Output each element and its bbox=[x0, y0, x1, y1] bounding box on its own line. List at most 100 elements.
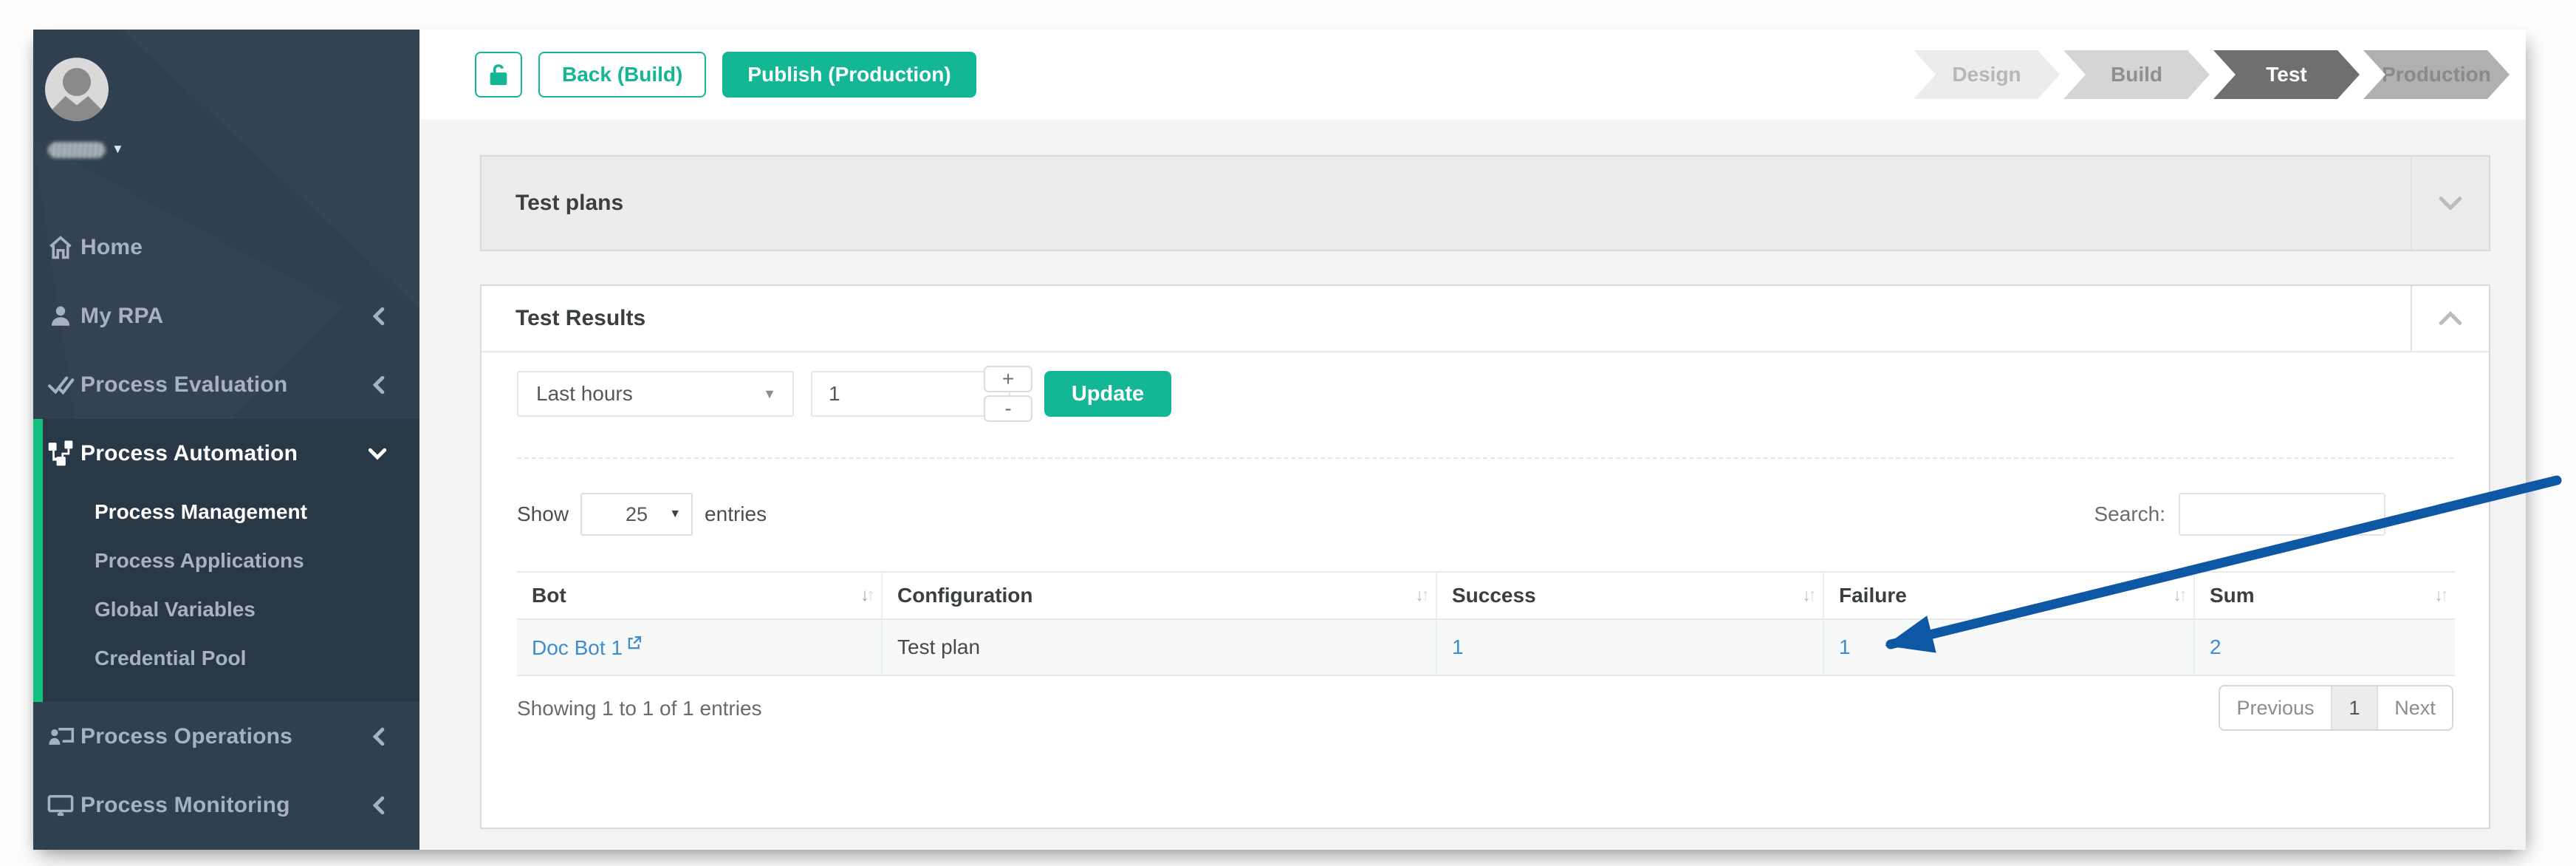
time-range-select[interactable]: Last hours ▼ bbox=[517, 371, 794, 417]
sum-count[interactable]: 2 bbox=[2210, 635, 2222, 659]
pipeline-step-test-current[interactable]: Test bbox=[2213, 50, 2360, 99]
user-profile: ▼ bbox=[33, 30, 419, 211]
search-input[interactable] bbox=[2179, 493, 2385, 536]
cell-configuration: Test plan bbox=[883, 620, 1437, 676]
avatar[interactable] bbox=[45, 58, 109, 121]
column-label: Success bbox=[1452, 584, 1536, 607]
chevron-left-icon bbox=[371, 796, 387, 815]
sidebar-subitem-process-applications[interactable]: Process Applications bbox=[43, 536, 419, 585]
lifecycle-pipeline: Design Build Test Production bbox=[1914, 50, 2510, 99]
bot-link[interactable]: Doc Bot 1 bbox=[532, 635, 642, 660]
sitemap-icon bbox=[47, 440, 75, 468]
publish-production-button[interactable]: Publish (Production) bbox=[722, 52, 976, 98]
unlock-button[interactable] bbox=[475, 52, 522, 98]
column-label: Bot bbox=[532, 584, 566, 607]
main-area: Back (Build) Publish (Production) Design… bbox=[419, 30, 2526, 850]
chevron-left-icon bbox=[371, 375, 387, 395]
increment-button[interactable]: + bbox=[984, 366, 1032, 392]
sidebar-item-process-operations[interactable]: Process Operations bbox=[33, 702, 419, 771]
pipeline-step-label: Production bbox=[2382, 63, 2491, 86]
sidebar-subitem-label: Global Variables bbox=[95, 598, 256, 621]
search-label: Search: bbox=[2094, 502, 2166, 526]
app-window: ▼ Home My RPA bbox=[33, 30, 2526, 850]
sidebar-item-process-automation[interactable]: Process Automation bbox=[43, 419, 419, 488]
table-header-row: Bot ↓↑ Configuration ↓↑ Success ↓↑ bbox=[517, 573, 2455, 620]
user-icon bbox=[47, 302, 75, 330]
back-build-label: Back (Build) bbox=[562, 63, 682, 86]
pipeline-step-label: Design bbox=[1952, 63, 2021, 86]
column-header-bot[interactable]: Bot ↓↑ bbox=[517, 573, 883, 620]
failure-count[interactable]: 1 bbox=[1839, 635, 1851, 659]
test-results-header: Test Results bbox=[482, 286, 2489, 352]
pipeline-step-production[interactable]: Production bbox=[2363, 50, 2510, 99]
pipeline-step-design[interactable]: Design bbox=[1914, 50, 2060, 99]
username-redacted[interactable] bbox=[48, 142, 106, 158]
stage-actions: Back (Build) Publish (Production) bbox=[475, 52, 976, 98]
chevron-left-icon bbox=[371, 727, 387, 746]
update-button[interactable]: Update bbox=[1044, 371, 1171, 417]
sidebar-item-label: Home bbox=[80, 235, 143, 260]
test-plans-collapse-toggle[interactable] bbox=[2411, 157, 2489, 250]
sidebar-item-process-evaluation[interactable]: Process Evaluation bbox=[33, 350, 419, 419]
sidebar-item-process-monitoring[interactable]: Process Monitoring bbox=[33, 771, 419, 839]
column-header-failure[interactable]: Failure ↓↑ bbox=[1824, 573, 2195, 620]
sidebar-nav: Home My RPA Process Evaluation bbox=[33, 213, 419, 839]
sidebar-item-label: My RPA bbox=[80, 304, 163, 329]
table-info: Showing 1 to 1 of 1 entries bbox=[517, 697, 762, 720]
results-table: Bot ↓↑ Configuration ↓↑ Success ↓↑ bbox=[517, 571, 2455, 676]
sidebar-subitem-global-variables[interactable]: Global Variables bbox=[43, 585, 419, 634]
content-area: Test plans Test Results Las bbox=[419, 120, 2526, 850]
sort-icon: ↓↑ bbox=[1802, 585, 1814, 606]
double-check-icon bbox=[47, 371, 75, 399]
cell-failure: 1 bbox=[1824, 620, 2195, 676]
cell-bot: Doc Bot 1 bbox=[517, 620, 883, 676]
user-menu-caret-icon[interactable]: ▼ bbox=[112, 142, 124, 157]
monitor-icon bbox=[47, 791, 75, 819]
column-header-success[interactable]: Success ↓↑ bbox=[1437, 573, 1824, 620]
bot-name: Doc Bot 1 bbox=[532, 636, 623, 659]
hours-stepper: + - bbox=[984, 366, 1032, 422]
sidebar-item-label: Process Automation bbox=[80, 441, 298, 466]
pipeline-step-build[interactable]: Build bbox=[2063, 50, 2210, 99]
column-header-configuration[interactable]: Configuration ↓↑ bbox=[883, 573, 1437, 620]
page: ▼ Home My RPA bbox=[0, 0, 2576, 866]
test-plans-panel: Test plans bbox=[480, 155, 2490, 251]
test-results-panel: Test Results Last hours ▼ + - bbox=[480, 284, 2490, 829]
sidebar-item-home[interactable]: Home bbox=[33, 213, 419, 282]
publish-production-label: Publish (Production) bbox=[747, 63, 950, 86]
caret-down-icon: ▼ bbox=[763, 386, 776, 402]
sort-icon: ↓↑ bbox=[2173, 585, 2185, 606]
test-plans-title: Test plans bbox=[515, 157, 623, 250]
pipeline-step-label: Test bbox=[2266, 63, 2307, 86]
table-row: Doc Bot 1 Test plan 1 1 bbox=[517, 620, 2455, 676]
chevron-down-icon bbox=[2438, 195, 2463, 211]
page-length-value: 25 bbox=[626, 503, 648, 526]
unlock-icon bbox=[487, 62, 510, 87]
time-range-value: Last hours bbox=[536, 382, 633, 406]
table-search: Search: bbox=[2094, 491, 2386, 537]
back-build-button[interactable]: Back (Build) bbox=[538, 52, 706, 98]
sort-icon: ↓↑ bbox=[1415, 585, 1427, 606]
sidebar-item-my-rpa[interactable]: My RPA bbox=[33, 282, 419, 350]
success-count[interactable]: 1 bbox=[1452, 635, 1464, 659]
sidebar-subitem-label: Credential Pool bbox=[95, 647, 246, 670]
sidebar-item-label: Process Operations bbox=[80, 724, 292, 749]
sidebar-item-label: Process Evaluation bbox=[80, 372, 287, 398]
next-page-button[interactable]: Next bbox=[2378, 686, 2452, 729]
column-label: Failure bbox=[1839, 584, 1907, 607]
page-length-select[interactable]: 25 ▼ bbox=[580, 493, 693, 536]
chevron-up-icon bbox=[2438, 310, 2463, 327]
hours-input[interactable] bbox=[811, 371, 1010, 417]
pagination: Previous 1 Next bbox=[2219, 685, 2453, 731]
sidebar-subitem-process-management[interactable]: Process Management bbox=[43, 488, 419, 536]
test-results-collapse-toggle[interactable] bbox=[2411, 286, 2489, 351]
avatar-body bbox=[51, 96, 103, 121]
previous-page-button[interactable]: Previous bbox=[2220, 686, 2332, 729]
column-header-sum[interactable]: Sum ↓↑ bbox=[2195, 573, 2455, 620]
column-label: Sum bbox=[2210, 584, 2255, 607]
current-page-button[interactable]: 1 bbox=[2332, 686, 2378, 729]
top-toolbar: Back (Build) Publish (Production) Design… bbox=[419, 30, 2526, 120]
sidebar-subitem-credential-pool[interactable]: Credential Pool bbox=[43, 634, 419, 683]
decrement-button[interactable]: - bbox=[984, 395, 1032, 422]
length-suffix: entries bbox=[705, 502, 767, 526]
